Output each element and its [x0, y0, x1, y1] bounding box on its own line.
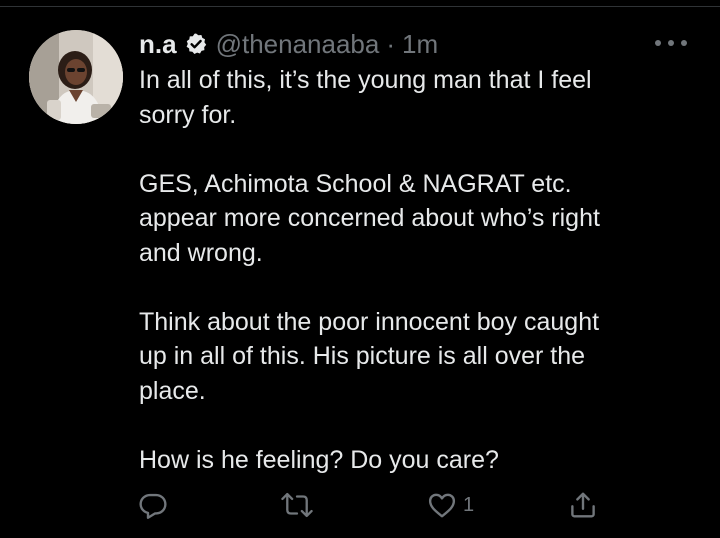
tweet-paragraph: How is he feeling? Do you care?	[139, 445, 499, 474]
display-name[interactable]: n.a	[139, 29, 177, 60]
more-options-icon[interactable]	[655, 36, 687, 50]
avatar[interactable]	[29, 30, 123, 124]
more-dot	[681, 40, 687, 46]
more-dot	[668, 40, 674, 46]
reply-button[interactable]	[138, 488, 168, 522]
retweet-icon	[280, 490, 314, 520]
share-button[interactable]	[568, 488, 598, 522]
retweet-button[interactable]	[280, 488, 314, 522]
header-separator: ·	[386, 28, 396, 59]
more-dot	[655, 40, 661, 46]
timestamp[interactable]: 1m	[402, 29, 438, 60]
verified-badge-icon	[184, 32, 208, 56]
tweet-paragraph: In all of this, it’s the young man that …	[139, 66, 592, 129]
tweet-paragraph: GES, Achimota School & NAGRAT etc. appea…	[139, 169, 600, 267]
tweet-text: In all of this, it’s the young man that …	[139, 63, 699, 477]
user-handle[interactable]: @thenanaaba	[216, 29, 380, 60]
like-button[interactable]: 1	[427, 488, 474, 522]
avatar-image	[29, 30, 123, 124]
tweet[interactable]: n.a @thenanaaba · 1m In all of this, it’…	[0, 0, 720, 538]
like-heart-icon	[427, 490, 457, 520]
share-icon	[568, 490, 598, 520]
tweet-paragraph: Think about the poor innocent boy caught…	[139, 307, 600, 405]
reply-icon	[138, 490, 168, 520]
like-count: 1	[463, 493, 475, 516]
tweet-header: n.a @thenanaaba · 1m	[139, 27, 438, 61]
action-bar: 1	[0, 488, 720, 522]
